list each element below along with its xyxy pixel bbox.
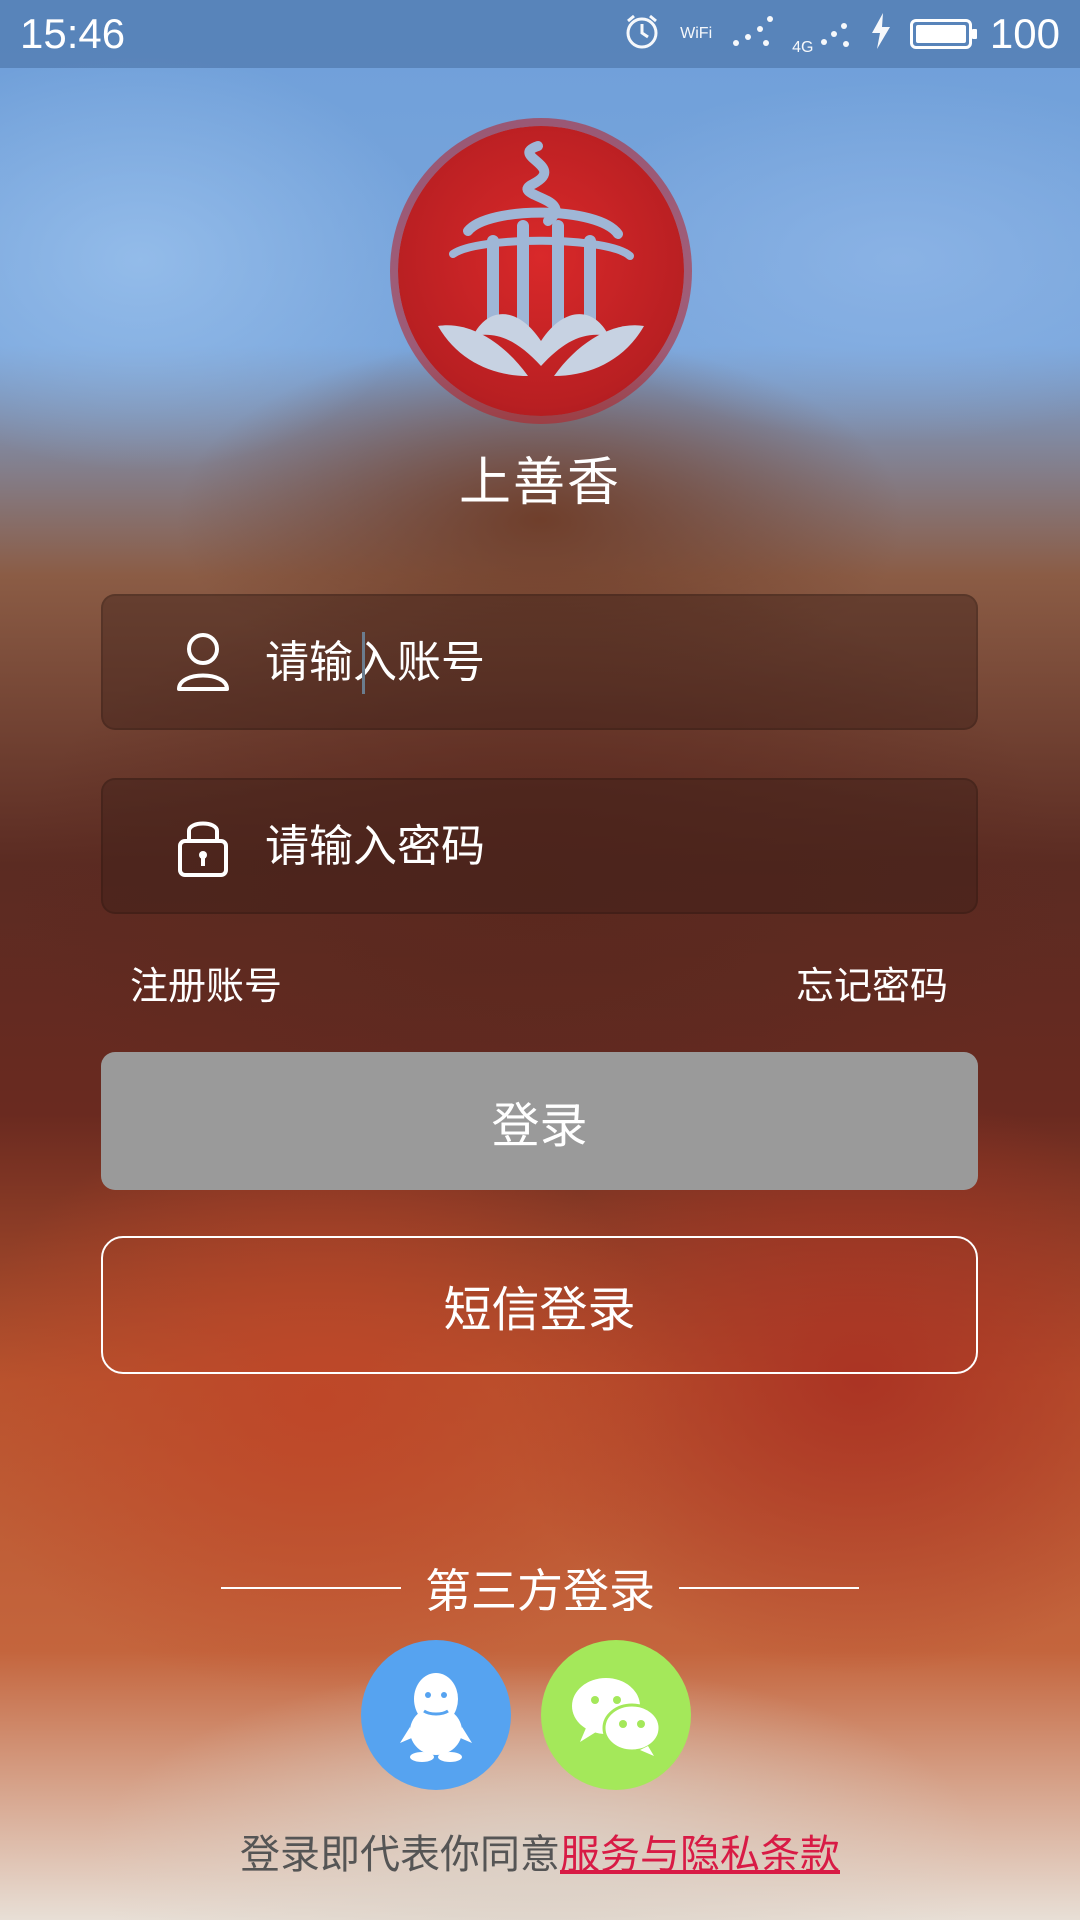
third-party-divider: 第三方登录 — [0, 1555, 1080, 1621]
password-input[interactable] — [263, 819, 867, 873]
wechat-login-button[interactable] — [541, 1640, 691, 1790]
wifi-icon: WiFi — [680, 25, 712, 43]
password-field[interactable] — [101, 778, 978, 914]
alarm-icon — [622, 11, 662, 58]
battery-icon — [909, 19, 977, 49]
signal-icon — [730, 11, 774, 58]
login-button[interactable]: 登录 — [101, 1052, 978, 1190]
network-label: 4G — [792, 38, 814, 56]
temple-seal-logo — [398, 126, 684, 416]
sms-login-button[interactable]: 短信登录 — [101, 1236, 978, 1374]
4g-signal-icon: 4G — [792, 12, 852, 57]
register-link[interactable]: 注册账号 — [130, 955, 282, 1010]
status-time: 15:46 — [20, 10, 126, 57]
lock-icon — [163, 813, 243, 879]
text-caret — [362, 632, 365, 694]
battery-percent: 100 — [989, 10, 1060, 57]
qq-login-button[interactable] — [361, 1640, 511, 1790]
divider-line-right — [679, 1587, 859, 1589]
wifi-label: WiFi — [680, 25, 713, 42]
account-input[interactable] — [263, 635, 867, 689]
terms-link[interactable]: 服务与隐私条款 — [560, 1832, 840, 1878]
charging-icon — [870, 12, 892, 56]
wechat-icon — [572, 1678, 662, 1756]
status-bar: 15:46 WiFi 4G 100 — [0, 0, 1080, 68]
account-field[interactable] — [101, 594, 978, 730]
forgot-password-link[interactable]: 忘记密码 — [796, 955, 948, 1010]
third-party-title: 第三方登录 — [425, 1564, 655, 1618]
terms-prefix: 登录即代表你同意 — [240, 1832, 560, 1878]
app-name: 上善香 — [458, 453, 621, 513]
status-icons: WiFi 4G 100 — [622, 10, 1060, 58]
divider-line-left — [221, 1587, 401, 1589]
user-icon — [163, 631, 243, 693]
qq-penguin-icon — [400, 1673, 472, 1762]
terms-text: 登录即代表你同意服务与隐私条款 — [0, 1822, 1080, 1880]
